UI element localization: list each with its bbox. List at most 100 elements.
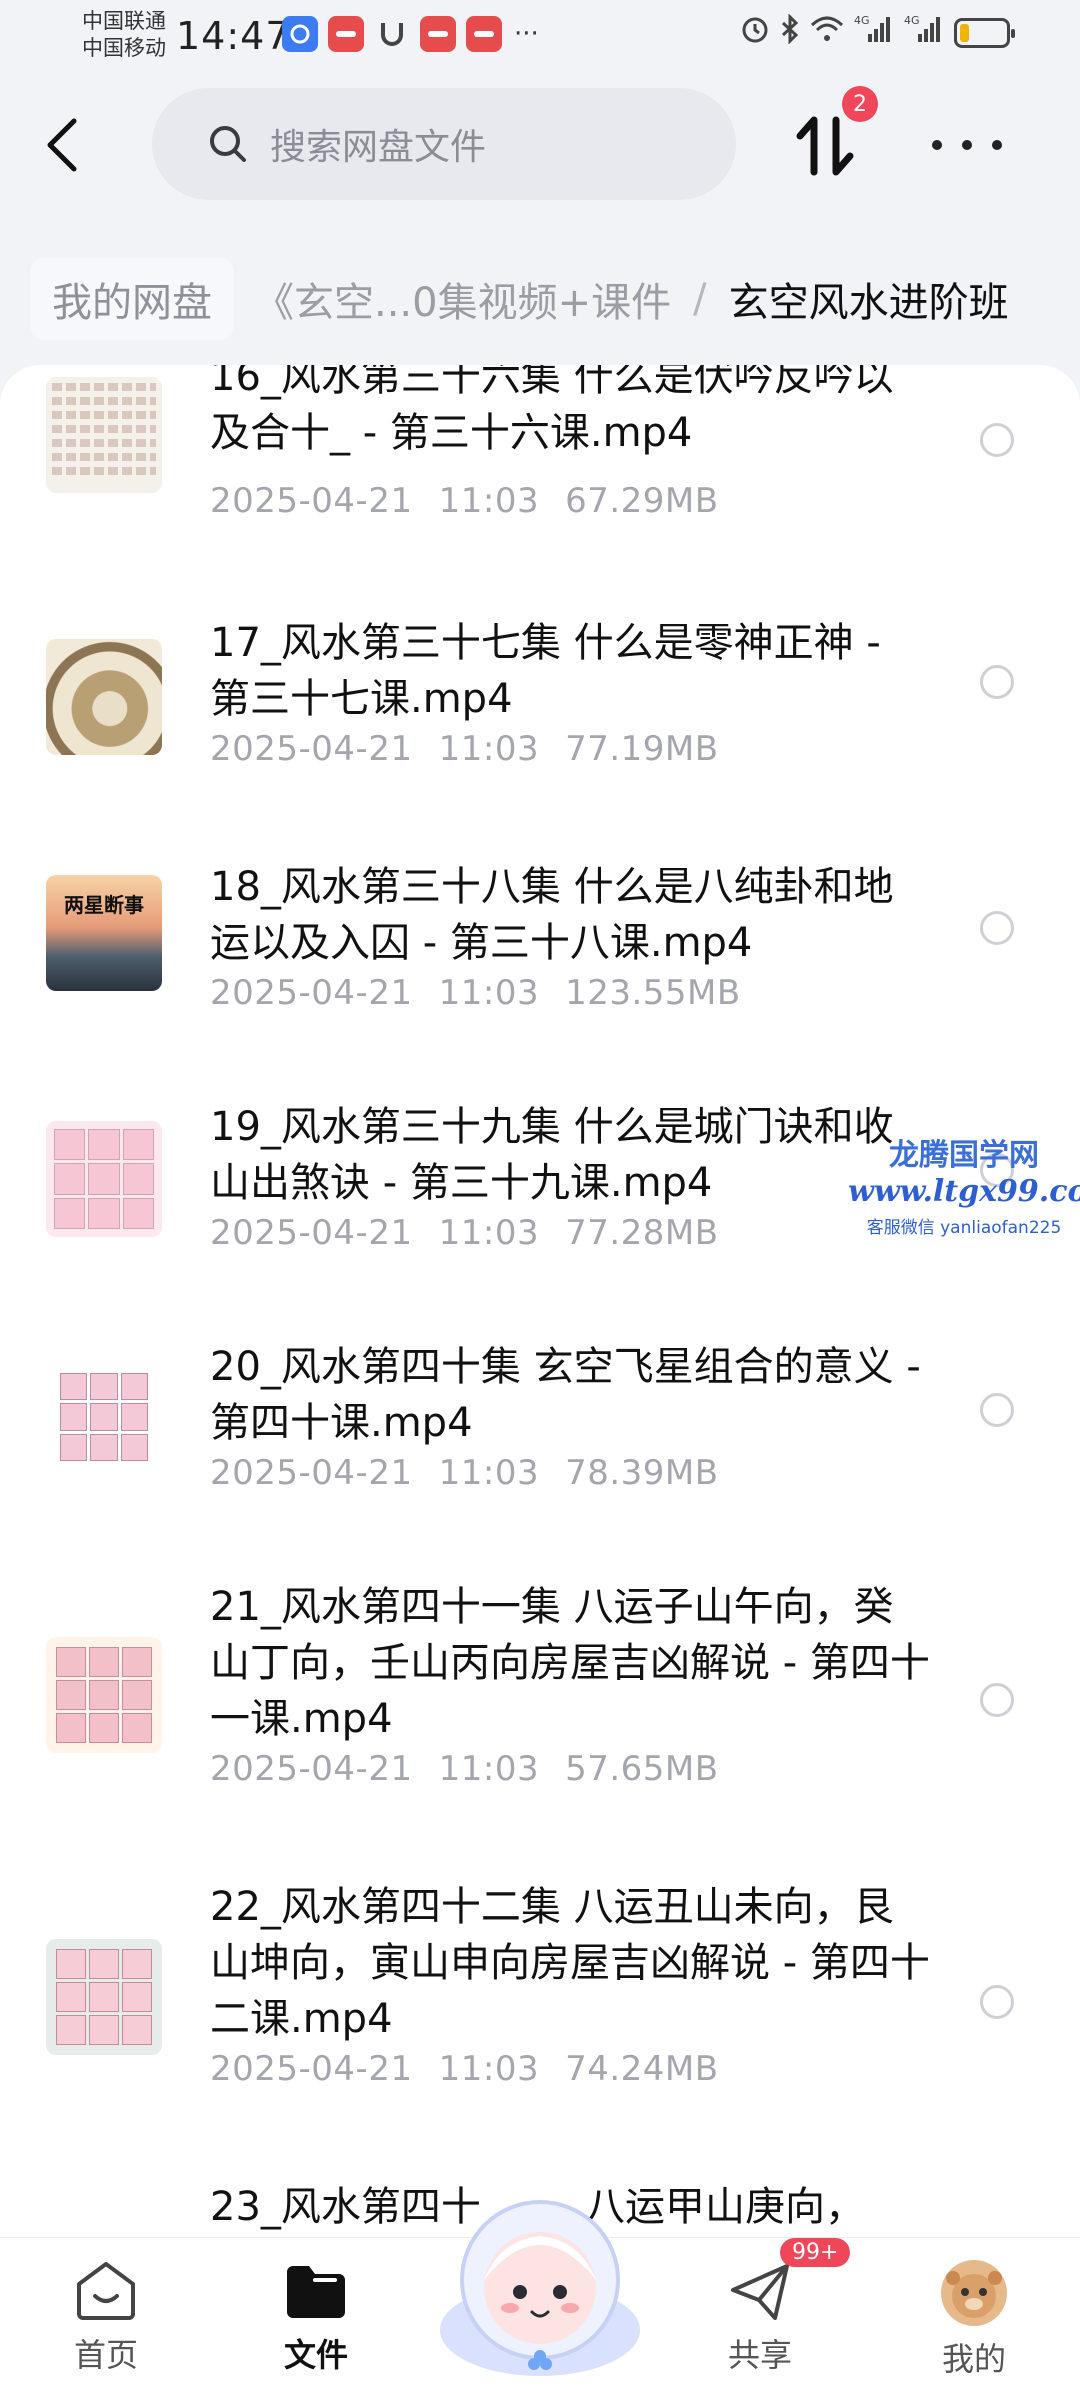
- carrier-info: 中国联通 中国移动: [82, 8, 166, 62]
- status-bar: 中国联通 中国移动 14:47 ··· 4G 4G: [0, 0, 1080, 72]
- transfer-button[interactable]: [792, 110, 862, 180]
- watermark: 龙腾国学网 www.ltgx99.com 客服微信 yanliaofan225: [848, 1130, 1080, 1238]
- file-list: 16_风水第三十六集 什么是伏吟反吟以及合十_ - 第三十六课.mp4 2025…: [0, 365, 1080, 2237]
- video-thumbnail: 两星断事: [46, 875, 162, 991]
- file-meta: 2025-04-21 11:03 57.65MB: [210, 1749, 745, 1789]
- huawei-notification-icon-3: [466, 16, 502, 52]
- select-radio[interactable]: [980, 665, 1014, 699]
- thumbnail-text: 两星断事: [64, 893, 144, 917]
- more-dot-icon: [992, 140, 1002, 150]
- file-name: 16_风水第三十六集 什么是伏吟反吟以及合十_ - 第三十六课.mp4: [210, 365, 894, 456]
- list-item[interactable]: 22_风水第四十二集 八运丑山未向，艮山坤向，寅山申向房屋吉凶解说 - 第四十二…: [0, 1855, 1080, 2155]
- file-size: 77.19MB: [565, 729, 719, 769]
- chevron-left-icon: [47, 118, 77, 172]
- battery-fill: [960, 23, 969, 42]
- more-notifications-icon: ···: [514, 19, 539, 49]
- video-thumbnail: [46, 1939, 162, 2055]
- nav-share[interactable]: 共享: [690, 2260, 830, 2376]
- file-meta: 2025-04-21 11:03 74.24MB: [210, 2049, 745, 2089]
- list-item[interactable]: 两星断事 18_风水第三十八集 什么是八纯卦和地运以及入囚 - 第三十八课.mp…: [0, 835, 1080, 1075]
- video-thumbnail: [46, 377, 162, 493]
- file-size: 67.29MB: [565, 481, 719, 521]
- breadcrumb-current: 玄空风水进阶班: [728, 280, 1009, 326]
- file-meta: 2025-04-21 11:03 78.39MB: [210, 1453, 745, 1493]
- signal-2-icon: 4G: [904, 14, 944, 51]
- search-icon: [210, 126, 246, 162]
- file-date: 2025-04-21: [210, 1453, 413, 1493]
- watermark-title: 龙腾国学网: [889, 1138, 1039, 1173]
- nav-share-label: 共享: [727, 2336, 792, 2374]
- select-radio[interactable]: [980, 1683, 1014, 1717]
- select-radio[interactable]: [980, 1985, 1014, 2019]
- paper-plane-icon: [727, 2260, 793, 2322]
- more-options-button[interactable]: [932, 120, 1002, 170]
- file-meta: 2025-04-21 11:03 67.29MB: [210, 481, 745, 521]
- file-time: 11:03: [438, 973, 540, 1013]
- bluetooth-icon: [780, 13, 800, 51]
- wifi-icon: [810, 15, 844, 50]
- alarm-icon: [740, 14, 770, 51]
- file-date: 2025-04-21: [210, 729, 413, 769]
- more-dot-icon: [962, 140, 972, 150]
- file-date: 2025-04-21: [210, 973, 413, 1013]
- file-size: 78.39MB: [565, 1453, 719, 1493]
- nav-mine-label: 我的: [941, 2340, 1006, 2378]
- select-radio[interactable]: [980, 911, 1014, 945]
- video-thumbnail: [46, 1121, 162, 1237]
- video-thumbnail: [46, 1637, 162, 1753]
- battery-icon: [954, 17, 1015, 48]
- back-button[interactable]: [42, 108, 102, 182]
- file-meta: 2025-04-21 11:03 123.55MB: [210, 973, 767, 1013]
- file-time: 11:03: [438, 2049, 540, 2089]
- nav-files-label: 文件: [283, 2336, 348, 2374]
- file-time: 11:03: [438, 481, 540, 521]
- carrier-1: 中国联通: [82, 9, 166, 33]
- list-item[interactable]: 20_风水第四十集 玄空飞星组合的意义 - 第四十课.mp4 2025-04-2…: [0, 1315, 1080, 1555]
- breadcrumb-home[interactable]: 我的网盘: [30, 258, 234, 340]
- more-dot-icon: [932, 140, 942, 150]
- huawei-notification-icon-2: [420, 16, 456, 52]
- file-name: 21_风水第四十一集 八运子山午向，癸山丁向，壬山丙向房屋吉凶解说 - 第四十一…: [210, 1584, 930, 1742]
- u-app-notification-icon: [374, 16, 410, 52]
- file-size: 123.55MB: [565, 973, 741, 1013]
- notification-icons: ···: [282, 16, 539, 52]
- home-icon: [73, 2260, 139, 2322]
- file-date: 2025-04-21: [210, 481, 413, 521]
- carrier-2: 中国移动: [82, 36, 166, 60]
- breadcrumb-parent[interactable]: 《玄空...0集视频+课件: [254, 270, 671, 328]
- share-badge: 99+: [780, 2238, 851, 2267]
- select-radio[interactable]: [980, 1393, 1014, 1427]
- nav-home[interactable]: 首页: [36, 2260, 176, 2376]
- file-date: 2025-04-21: [210, 1749, 413, 1789]
- transfer-badge: 2: [842, 86, 878, 122]
- file-date: 2025-04-21: [210, 1213, 413, 1253]
- list-item[interactable]: 16_风水第三十六集 什么是伏吟反吟以及合十_ - 第三十六课.mp4 2025…: [0, 365, 1080, 595]
- file-name: 19_风水第三十九集 什么是城门诀和收山出煞诀 - 第三十九课.mp4: [210, 1104, 894, 1206]
- file-name: 20_风水第四十集 玄空飞星组合的意义 - 第四十课.mp4: [210, 1344, 921, 1446]
- video-thumbnail: [46, 1359, 162, 1475]
- list-item[interactable]: 21_风水第四十一集 八运子山午向，癸山丁向，壬山丙向房屋吉凶解说 - 第四十一…: [0, 1555, 1080, 1855]
- file-meta: 2025-04-21 11:03 77.28MB: [210, 1213, 745, 1253]
- file-time: 11:03: [438, 1213, 540, 1253]
- svg-text:4G: 4G: [854, 14, 870, 27]
- file-name: 18_风水第三十八集 什么是八纯卦和地运以及入囚 - 第三十八课.mp4: [210, 864, 894, 966]
- nav-files[interactable]: 文件: [246, 2260, 386, 2376]
- file-time: 11:03: [438, 1453, 540, 1493]
- clock: 14:47: [176, 14, 291, 58]
- file-meta: 2025-04-21 11:03 77.19MB: [210, 729, 745, 769]
- breadcrumb: 我的网盘 《玄空...0集视频+课件 / 玄空风水进阶班: [30, 258, 1060, 340]
- search-placeholder: 搜索网盘文件: [270, 127, 487, 168]
- file-date: 2025-04-21: [210, 2049, 413, 2089]
- search-input[interactable]: 搜索网盘文件: [152, 88, 736, 200]
- file-name: 22_风水第四十二集 八运丑山未向，艮山坤向，寅山申向房屋吉凶解说 - 第四十二…: [210, 1884, 930, 2042]
- folder-icon: [283, 2260, 349, 2322]
- nav-mine[interactable]: 我的: [904, 2260, 1044, 2380]
- avatar: [941, 2260, 1007, 2326]
- list-item[interactable]: 17_风水第三十七集 什么是零神正神 - 第三十七课.mp4 2025-04-2…: [0, 595, 1080, 835]
- signal-1-icon: 4G: [854, 14, 894, 51]
- mascot-icon: [440, 2200, 640, 2376]
- huawei-notification-icon: [328, 16, 364, 52]
- breadcrumb-separator: /: [693, 276, 707, 322]
- select-radio[interactable]: [980, 423, 1014, 457]
- assistant-mascot-button[interactable]: [430, 2180, 650, 2380]
